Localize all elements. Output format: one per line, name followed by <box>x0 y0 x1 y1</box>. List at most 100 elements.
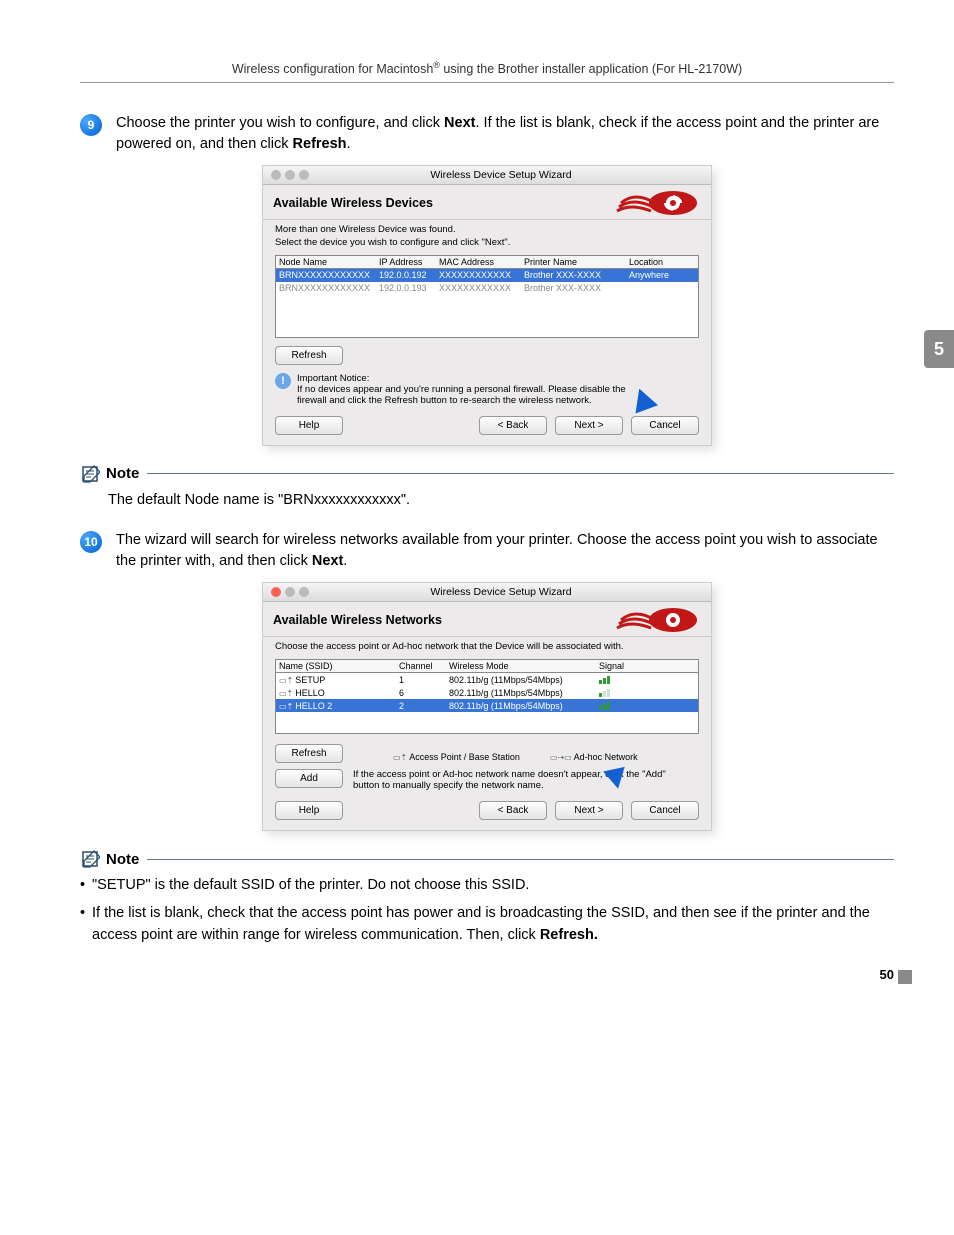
refresh-button[interactable]: Refresh <box>275 346 343 365</box>
step-number-10: 10 <box>80 531 102 553</box>
info-icon: ! <box>275 373 291 389</box>
step9-next: Next <box>444 115 475 131</box>
cell: 192.0.0.192 <box>379 270 439 280</box>
cell: ▭⇡SETUP <box>279 675 399 685</box>
table-row[interactable]: BRNXXXXXXXXXXXX 192.0.0.193 XXXXXXXXXXXX… <box>276 282 698 295</box>
dialog-available-devices: Wireless Device Setup Wizard Available W… <box>262 165 712 446</box>
cell: BRNXXXXXXXXXXXX <box>279 270 379 280</box>
note-label: Note <box>106 851 139 868</box>
note-rule <box>147 859 894 860</box>
chapter-tab: 5 <box>924 330 954 368</box>
signal-icon <box>599 676 659 684</box>
close-dot[interactable] <box>271 587 281 597</box>
note-label: Note <box>106 465 139 482</box>
col-mode: Wireless Mode <box>449 661 599 671</box>
cell: XXXXXXXXXXXX <box>439 283 524 293</box>
header-sup: ® <box>433 60 440 70</box>
col-signal: Signal <box>599 661 659 671</box>
ap-icon: ▭⇡ <box>279 702 293 711</box>
step10-b: . <box>343 553 347 569</box>
signal-icon <box>599 702 659 710</box>
back-button[interactable]: < Back <box>479 416 547 435</box>
legend-adhoc-text: Ad-hoc Network <box>574 752 638 762</box>
table-row[interactable]: ▭⇡SETUP 1 802.11b/g (11Mbps/54Mbps) <box>276 673 698 686</box>
cell: BRNXXXXXXXXXXXX <box>279 283 379 293</box>
next-button[interactable]: Next > <box>555 416 623 435</box>
dialog-header: Available Wireless Devices <box>263 185 711 219</box>
add-button[interactable]: Add <box>275 769 343 788</box>
note-block-2: Note "SETUP" is the default SSID of the … <box>80 849 894 946</box>
step-number-9: 9 <box>80 114 102 136</box>
col-mac: MAC Address <box>439 257 524 267</box>
page-number: 50 <box>880 967 894 982</box>
page-header: Wireless configuration for Macintosh® us… <box>80 60 894 76</box>
step-9: 9 Choose the printer you wish to configu… <box>80 113 894 155</box>
cell: 802.11b/g (11Mbps/54Mbps) <box>449 688 599 698</box>
table-row[interactable]: ▭⇡HELLO 2 2 802.11b/g (11Mbps/54Mbps) <box>276 699 698 712</box>
step10-a: The wizard will search for wireless netw… <box>116 532 878 569</box>
device-table-header: Node Name IP Address MAC Address Printer… <box>275 255 699 268</box>
min-dot[interactable] <box>285 587 295 597</box>
cell: Anywhere <box>629 270 689 280</box>
close-dot[interactable] <box>271 170 281 180</box>
cell: 802.11b/g (11Mbps/54Mbps) <box>449 675 599 685</box>
zoom-dot[interactable] <box>299 170 309 180</box>
cell: 2 <box>399 701 449 711</box>
notice-label: Important Notice: <box>297 373 699 384</box>
next-button[interactable]: Next > <box>555 801 623 820</box>
step-10-text: The wizard will search for wireless netw… <box>116 530 894 572</box>
add-note-text: If the access point or Ad-hoc network na… <box>353 769 699 791</box>
ap-icon: ▭⇡ <box>393 753 407 762</box>
header-after: using the Brother installer application … <box>440 62 742 76</box>
device-table[interactable]: BRNXXXXXXXXXXXX 192.0.0.192 XXXXXXXXXXXX… <box>275 268 699 338</box>
cancel-button[interactable]: Cancel <box>631 801 699 820</box>
min-dot[interactable] <box>285 170 295 180</box>
cell: XXXXXXXXXXXX <box>439 270 524 280</box>
note-bullet: If the list is blank, check that the acc… <box>80 903 894 947</box>
cancel-button[interactable]: Cancel <box>631 416 699 435</box>
page-number-bar <box>898 970 912 984</box>
note-icon <box>80 464 100 484</box>
cell: Brother XXX-XXXX <box>524 283 629 293</box>
zoom-dot[interactable] <box>299 587 309 597</box>
table-row[interactable]: BRNXXXXXXXXXXXX 192.0.0.192 XXXXXXXXXXXX… <box>276 269 698 282</box>
cell: ▭⇡HELLO <box>279 688 399 698</box>
note-bullet: "SETUP" is the default SSID of the print… <box>80 875 894 897</box>
help-button[interactable]: Help <box>275 801 343 820</box>
cell: Brother XXX-XXXX <box>524 270 629 280</box>
intro2: Select the device you wish to configure … <box>275 237 699 249</box>
header-before: Wireless configuration for Macintosh <box>232 62 433 76</box>
back-button[interactable]: < Back <box>479 801 547 820</box>
dialog-title: Available Wireless Networks <box>273 613 442 627</box>
wifi-brand-icon <box>611 606 701 634</box>
cell: 6 <box>399 688 449 698</box>
note-body: The default Node name is "BRNxxxxxxxxxxx… <box>80 484 894 512</box>
traffic-lights[interactable] <box>271 170 309 180</box>
cell: 192.0.0.193 <box>379 283 439 293</box>
col-printer: Printer Name <box>524 257 629 267</box>
cell: ▭⇡HELLO 2 <box>279 701 399 711</box>
signal-icon <box>599 689 659 697</box>
help-button[interactable]: Help <box>275 416 343 435</box>
note-rule <box>147 473 894 474</box>
col-ip: IP Address <box>379 257 439 267</box>
window-title: Wireless Device Setup Wizard <box>389 169 703 181</box>
col-channel: Channel <box>399 661 449 671</box>
refresh-button[interactable]: Refresh <box>275 744 343 763</box>
table-row[interactable]: ▭⇡HELLO 6 802.11b/g (11Mbps/54Mbps) <box>276 686 698 699</box>
window-titlebar: Wireless Device Setup Wizard <box>263 583 711 602</box>
col-node: Node Name <box>279 257 379 267</box>
header-divider <box>80 82 894 83</box>
dialog-intro: More than one Wireless Device was found.… <box>275 224 699 249</box>
legend-ap: ▭⇡Access Point / Base Station <box>393 752 520 762</box>
network-table[interactable]: ▭⇡SETUP 1 802.11b/g (11Mbps/54Mbps) ▭⇡HE… <box>275 672 699 734</box>
window-titlebar: Wireless Device Setup Wizard <box>263 166 711 185</box>
traffic-lights[interactable] <box>271 587 309 597</box>
step9-a: Choose the printer you wish to configure… <box>116 115 444 131</box>
ssid: HELLO <box>295 688 325 698</box>
bullet2a: If the list is blank, check that the acc… <box>92 905 870 943</box>
bullet2b: Refresh. <box>540 927 598 943</box>
dialog-title: Available Wireless Devices <box>273 196 433 210</box>
wifi-brand-icon <box>611 189 701 217</box>
important-notice: ! Important Notice: If no devices appear… <box>275 373 699 406</box>
